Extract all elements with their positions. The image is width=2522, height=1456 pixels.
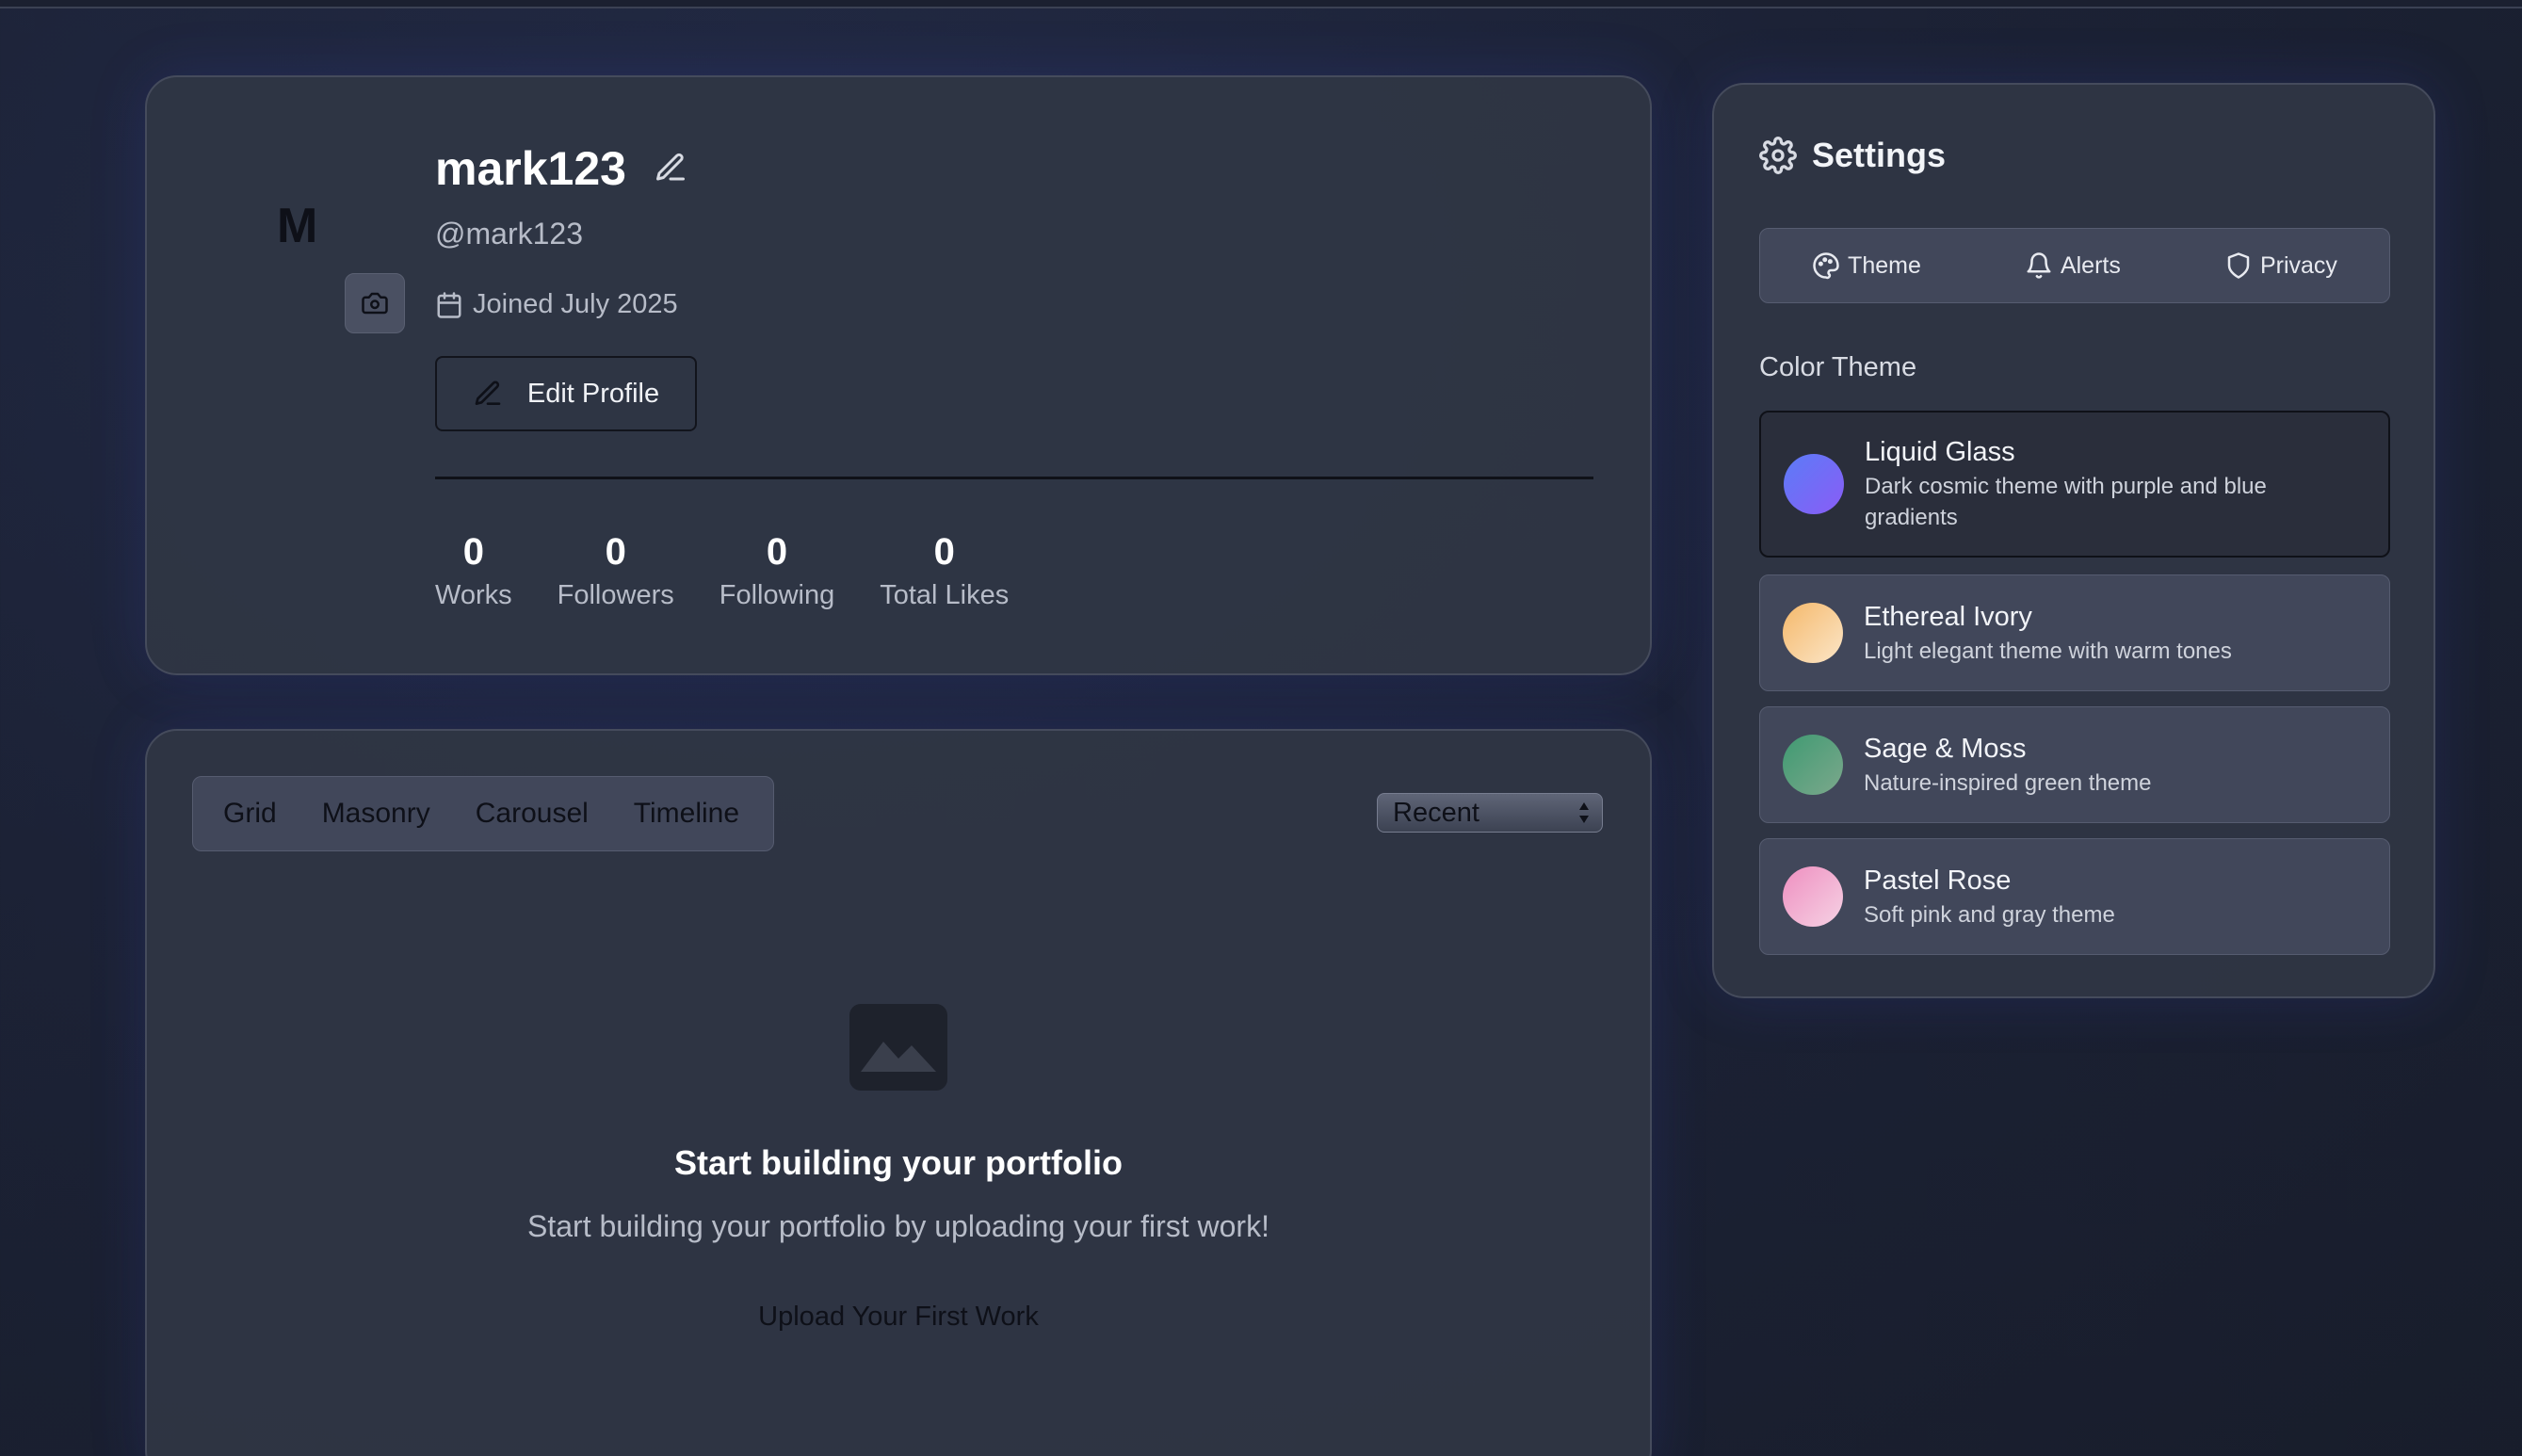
pencil-icon	[475, 380, 501, 405]
camera-icon	[362, 292, 388, 315]
stat-label: Works	[435, 580, 512, 610]
stat-value: 0	[605, 531, 626, 573]
theme-swatch	[1783, 866, 1843, 927]
stat-value: 0	[933, 531, 955, 573]
theme-desc: Soft pink and gray theme	[1864, 902, 2115, 928]
avatar[interactable]: M	[277, 198, 317, 254]
tab-theme[interactable]: Theme	[1812, 251, 1921, 280]
joined-text: Joined July 2025	[473, 289, 678, 319]
settings-title: Settings	[1812, 136, 1947, 174]
sort-selected-value: Recent	[1393, 797, 1479, 828]
color-theme-heading: Color Theme	[1759, 352, 1917, 382]
settings-header: Settings	[1759, 136, 1946, 175]
upload-first-work-button[interactable]: Upload Your First Work	[147, 1302, 1650, 1333]
tab-grid[interactable]: Grid	[223, 798, 277, 830]
theme-desc: Dark cosmic theme with purple and blue g…	[1865, 474, 2267, 530]
stat-label: Total Likes	[880, 580, 1010, 610]
theme-option-sage-moss[interactable]: Sage & Moss Nature-inspired green theme	[1759, 706, 2390, 823]
tab-carousel[interactable]: Carousel	[476, 798, 589, 830]
bell-icon	[2027, 252, 2051, 279]
tab-alerts[interactable]: Alerts	[2025, 251, 2121, 280]
theme-name: Pastel Rose	[1864, 866, 2012, 896]
profile-card: M mark123 @mark123 Joined July 2025 Edit…	[145, 75, 1652, 675]
stat-total-likes[interactable]: 0 Total Likes	[880, 527, 1009, 614]
stat-value: 0	[766, 531, 788, 573]
user-handle: @mark123	[435, 217, 583, 251]
tab-alerts-label: Alerts	[2060, 251, 2121, 279]
tab-timeline[interactable]: Timeline	[634, 798, 739, 830]
theme-name: Ethereal Ivory	[1864, 602, 2032, 632]
edit-profile-button[interactable]: Edit Profile	[435, 356, 697, 431]
top-border	[0, 0, 2522, 8]
theme-name: Liquid Glass	[1865, 437, 2015, 467]
stat-label: Followers	[557, 580, 674, 610]
select-arrows-icon	[1579, 802, 1589, 823]
theme-option-pastel-rose[interactable]: Pastel Rose Soft pink and gray theme	[1759, 838, 2390, 955]
theme-name: Sage & Moss	[1864, 734, 2027, 764]
theme-desc: Light elegant theme with warm tones	[1864, 639, 2232, 664]
stat-label: Following	[719, 580, 835, 610]
gear-icon	[1759, 137, 1797, 174]
calendar-icon	[437, 291, 461, 318]
theme-option-liquid-glass[interactable]: Liquid Glass Dark cosmic theme with purp…	[1759, 411, 2390, 558]
edit-name-icon[interactable]	[654, 151, 687, 185]
image-placeholder-icon	[849, 1004, 947, 1091]
username: mark123	[435, 142, 626, 195]
portfolio-card: Grid Masonry Carousel Timeline Recent St…	[145, 729, 1652, 1456]
joined-date: Joined July 2025	[435, 289, 678, 320]
theme-option-ethereal-ivory[interactable]: Ethereal Ivory Light elegant theme with …	[1759, 574, 2390, 691]
sort-select[interactable]: Recent	[1377, 793, 1603, 833]
edit-profile-label: Edit Profile	[526, 378, 660, 409]
empty-state-title: Start building your portfolio	[674, 1143, 1123, 1182]
tab-privacy-label: Privacy	[2259, 251, 2337, 279]
tab-theme-label: Theme	[1848, 251, 1921, 279]
view-mode-tabs: Grid Masonry Carousel Timeline	[192, 776, 774, 851]
profile-divider	[435, 477, 1593, 479]
tab-privacy[interactable]: Privacy	[2224, 251, 2337, 280]
theme-desc: Nature-inspired green theme	[1864, 770, 2152, 796]
theme-swatch	[1783, 735, 1843, 795]
stat-followers[interactable]: 0 Followers	[558, 527, 674, 614]
tab-masonry[interactable]: Masonry	[322, 798, 430, 830]
change-avatar-button[interactable]	[345, 273, 405, 333]
stat-following[interactable]: 0 Following	[719, 527, 835, 614]
theme-swatch	[1784, 454, 1844, 514]
profile-stats: 0 Works 0 Followers 0 Following 0 Total …	[435, 527, 1009, 614]
settings-tabs: Theme Alerts Privacy	[1759, 228, 2390, 303]
stat-value: 0	[462, 531, 484, 573]
stat-works[interactable]: 0 Works	[435, 527, 512, 614]
theme-swatch	[1783, 603, 1843, 663]
palette-icon	[1813, 252, 1839, 280]
empty-state-subtitle: Start building your portfolio by uploadi…	[527, 1209, 1269, 1243]
shield-icon	[2227, 252, 2250, 279]
settings-card: Settings Theme Alerts Privacy Color Them…	[1712, 83, 2435, 998]
